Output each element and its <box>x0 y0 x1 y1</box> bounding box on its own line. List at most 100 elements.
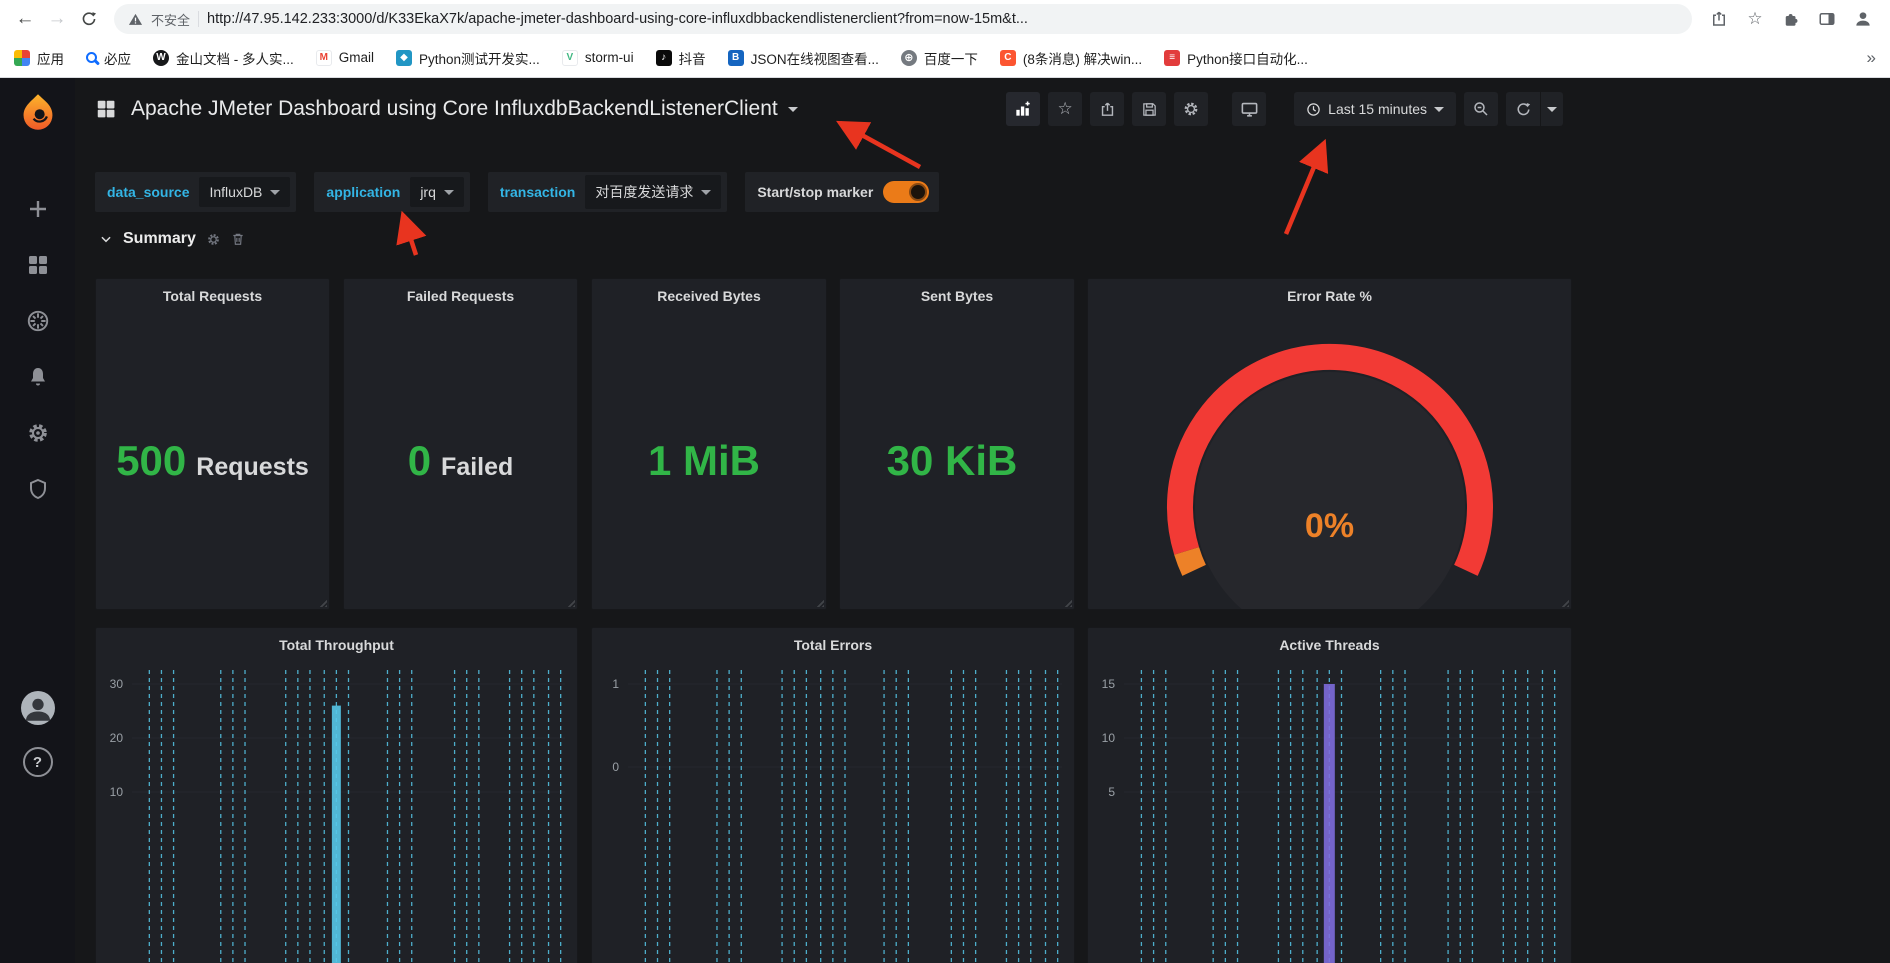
row-title: Summary <box>123 230 196 247</box>
sidebar-item-alerting[interactable] <box>23 362 53 392</box>
clock-icon <box>1307 102 1320 116</box>
variable-value-dropdown[interactable]: 对百度发送请求 <box>585 175 722 209</box>
error-rate-gauge: 0% <box>1088 279 1571 609</box>
side-panel-icon[interactable] <box>1814 6 1840 32</box>
panel-title[interactable]: Error Rate % <box>1088 288 1571 304</box>
summary-row-header[interactable]: Summary <box>99 230 245 248</box>
caret-down-icon <box>443 189 454 195</box>
refresh-interval-caret-icon[interactable] <box>1541 92 1563 126</box>
red-book-icon: ≡ <box>1164 49 1181 66</box>
panel-title[interactable]: Total Errors <box>592 637 1074 653</box>
wps-docs-icon: W <box>153 49 169 66</box>
refresh-button[interactable] <box>1506 92 1540 126</box>
share-dashboard-button[interactable] <box>1090 92 1125 126</box>
address-bar[interactable]: 不安全 http://47.95.142.233:3000/d/K33EkaX7… <box>114 4 1692 34</box>
add-panel-button[interactable] <box>1006 92 1041 126</box>
variable-value-dropdown[interactable]: InfluxDB <box>199 177 291 207</box>
bookmark-item[interactable]: ≡ Python接口自动化... <box>1164 48 1308 68</box>
bookmark-label: 应用 <box>37 51 64 67</box>
bookmark-star-icon[interactable]: ☆ <box>1742 6 1768 32</box>
help-icon[interactable]: ? <box>22 747 53 777</box>
panel-title[interactable]: Failed Requests <box>344 288 577 304</box>
variable-application: application jrq <box>314 172 470 212</box>
bookmark-item[interactable]: M Gmail <box>315 49 374 66</box>
extensions-puzzle-icon[interactable] <box>1778 6 1804 32</box>
bookmark-item[interactable]: B JSON在线视图查看... <box>727 48 879 68</box>
browser-toolbar: ← → 不安全 http://47.95.142.233:3000/d/K33E… <box>0 0 1890 38</box>
stat-value: 500 Requests <box>116 437 309 484</box>
variable-transaction: transaction 对百度发送请求 <box>487 172 728 212</box>
bookmark-item[interactable]: C (8条消息) 解决win... <box>999 48 1142 68</box>
svg-text:15: 15 <box>1102 677 1116 691</box>
sidebar-item-server-admin[interactable] <box>23 474 53 504</box>
forward-icon[interactable]: → <box>42 4 72 34</box>
bookmark-item[interactable]: Vstorm-ui <box>561 49 634 66</box>
bookmark-item[interactable]: 应用 <box>14 48 64 68</box>
dashboard-header: Apache JMeter Dashboard using Core Influ… <box>95 92 1563 126</box>
bookmark-label: storm-ui <box>584 50 634 65</box>
gauge-value: 0% <box>1304 507 1355 545</box>
bookmark-item[interactable]: 必应 <box>86 48 131 68</box>
row-settings-gear-icon[interactable] <box>206 232 221 247</box>
dashboard-settings-button[interactable] <box>1174 92 1209 126</box>
panel-title[interactable]: Total Throughput <box>96 637 577 653</box>
variable-label: transaction <box>499 184 576 200</box>
chart-plot-area[interactable]: 10 <box>592 628 1074 963</box>
vue-icon: V <box>561 49 578 66</box>
variable-value-dropdown[interactable]: jrq <box>410 177 464 207</box>
stat-value: 1 MiB <box>647 437 760 484</box>
bookmarks-overflow-icon[interactable]: » <box>1867 48 1876 68</box>
security-label[interactable]: 不安全 <box>151 10 190 29</box>
page-title[interactable]: Apache JMeter Dashboard using Core Influ… <box>131 97 778 121</box>
browser-actions: ☆ <box>1702 6 1880 32</box>
row-delete-trash-icon[interactable] <box>231 232 245 246</box>
bookmark-item[interactable]: W 金山文档 - 多人实... <box>153 48 294 68</box>
share-icon[interactable] <box>1706 6 1732 32</box>
sidebar-item-explore[interactable] <box>23 306 53 336</box>
bookmark-label: 金山文档 - 多人实... <box>176 51 294 67</box>
svg-text:0: 0 <box>612 760 619 774</box>
svg-text:5: 5 <box>1108 785 1115 799</box>
svg-text:1: 1 <box>612 677 619 691</box>
title-caret-down-icon[interactable] <box>787 106 798 112</box>
profile-avatar-icon[interactable] <box>1850 6 1876 32</box>
bookmark-item[interactable]: ♪ 抖音 <box>655 48 706 68</box>
panel-total-requests: Total Requests 500 Requests <box>95 278 330 610</box>
dashboard-toolbar: ☆ Last 15 minutes <box>1006 92 1563 126</box>
sidebar-item-create[interactable] <box>23 194 53 224</box>
dashboard-grid-icon[interactable] <box>95 98 117 120</box>
chart-plot-area[interactable]: 30 20 10 <box>96 628 577 963</box>
star-dashboard-button[interactable]: ☆ <box>1048 92 1083 126</box>
panel-error-rate: Error Rate % 0% <box>1087 278 1572 610</box>
grafana-sidebar: ? <box>0 78 75 963</box>
user-avatar[interactable] <box>20 691 55 725</box>
grafana-logo-icon[interactable] <box>18 92 58 132</box>
time-caret-down-icon <box>1434 106 1444 112</box>
gmail-icon: M <box>315 49 332 66</box>
start-stop-marker-toggle[interactable] <box>883 181 930 203</box>
cycle-view-mode-button[interactable] <box>1232 92 1267 126</box>
bookmark-item[interactable]: ◆ Python测试开发实... <box>396 48 540 68</box>
sidebar-item-configuration[interactable] <box>23 418 53 448</box>
panel-total-errors: 10 Total Errors <box>591 627 1075 963</box>
bookmark-item[interactable]: ⊕ 百度一下 <box>900 48 978 68</box>
panel-active-threads: 15 10 5 Active Threads <box>1087 627 1572 963</box>
sidebar-item-dashboards[interactable] <box>23 250 53 280</box>
csdn-icon: C <box>999 49 1016 66</box>
zoom-out-time-button[interactable] <box>1464 92 1498 126</box>
bookmark-label: 必应 <box>104 51 131 67</box>
panel-title[interactable]: Received Bytes <box>592 288 826 304</box>
bookmark-label: JSON在线视图查看... <box>750 51 879 67</box>
reload-icon[interactable] <box>74 4 104 34</box>
chart-plot-area[interactable]: 15 10 5 <box>1088 628 1571 963</box>
sidebar-bottom: ? <box>20 691 55 777</box>
save-dashboard-button[interactable] <box>1132 92 1167 126</box>
panel-title[interactable]: Sent Bytes <box>840 288 1074 304</box>
refresh-control <box>1506 92 1563 126</box>
time-range-picker[interactable]: Last 15 minutes <box>1294 92 1456 126</box>
back-icon[interactable]: ← <box>10 4 40 34</box>
panel-title[interactable]: Active Threads <box>1088 637 1571 653</box>
panel-title[interactable]: Total Requests <box>96 288 329 304</box>
not-secure-icon <box>128 12 143 27</box>
url-text[interactable]: http://47.95.142.233:3000/d/K33EkaX7k/ap… <box>207 11 1028 27</box>
